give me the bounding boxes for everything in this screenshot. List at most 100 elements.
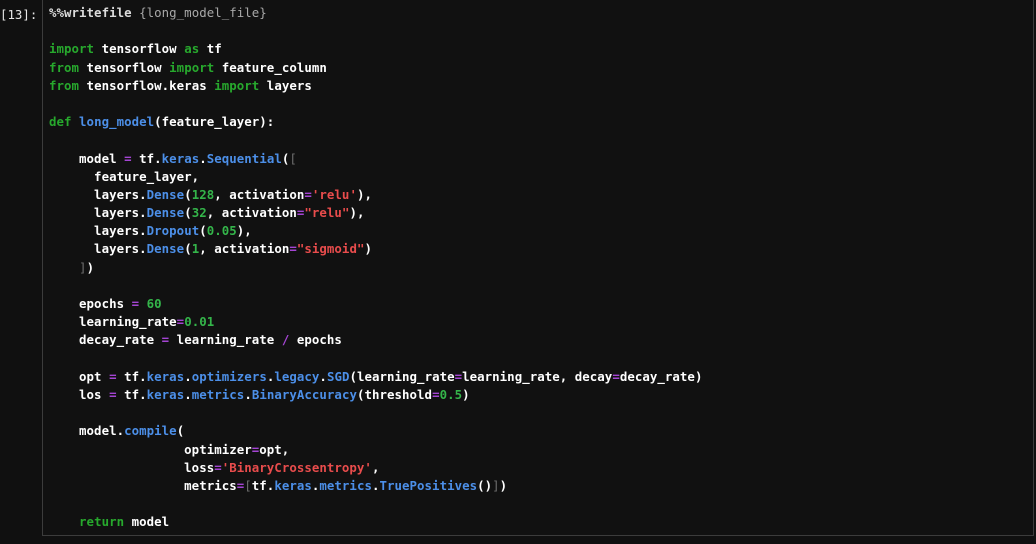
code-token: ), xyxy=(349,205,365,221)
code-line: layers.Dense(128, activation='relu'), xyxy=(49,186,702,204)
code-line: from tensorflow.keras import layers xyxy=(49,77,702,95)
code-token: epochs xyxy=(289,332,342,348)
code-token: from xyxy=(49,77,80,93)
code-token: decay_rate) xyxy=(619,368,703,384)
code-token: () xyxy=(477,477,493,493)
code-token: tf. xyxy=(116,368,147,384)
code-token: tensorflow xyxy=(94,41,185,57)
code-token: ), xyxy=(236,223,252,239)
code-line: loss='BinaryCrossentropy', xyxy=(49,459,702,477)
code-token: compile xyxy=(124,423,177,439)
code-line: metrics=[tf.keras.metrics.TruePositives(… xyxy=(49,477,702,495)
code-token: = xyxy=(454,368,463,384)
code-token: , activation xyxy=(214,186,305,202)
code-token: , activation xyxy=(199,241,290,257)
code-token: learning_rate xyxy=(169,332,282,348)
code-token: import xyxy=(169,59,215,75)
code-token: legacy xyxy=(274,368,320,384)
code-line: decay_rate = learning_rate / epochs xyxy=(49,331,702,349)
code-token: 'BinaryCrossentropy' xyxy=(221,459,372,475)
code-token: keras xyxy=(274,477,312,493)
code-token: model. xyxy=(49,423,125,439)
code-line: layers.Dense(1, activation="sigmoid") xyxy=(49,240,702,258)
code-token: learning_rate xyxy=(49,314,177,330)
code-line: optimizer=opt, xyxy=(49,441,702,459)
code-token: layers. xyxy=(49,223,147,239)
code-token: tensorflow xyxy=(79,59,170,75)
code-token: ( xyxy=(176,423,185,439)
code-token: keras xyxy=(146,368,185,384)
code-token: , xyxy=(371,459,380,475)
code-token: {long_model_file} xyxy=(139,5,267,20)
code-token: (learning_rate xyxy=(349,368,455,384)
code-token: = xyxy=(612,368,620,384)
code-token: loss xyxy=(49,459,215,475)
code-token: feature_layer, xyxy=(49,168,200,184)
code-token: opt, xyxy=(259,441,290,457)
code-token: . xyxy=(244,386,252,402)
code-cell[interactable]: %%writefile {long_model_file} import ten… xyxy=(42,0,1034,536)
code-token: ) xyxy=(499,477,508,493)
code-token: Sequential xyxy=(206,150,282,166)
code-token: . xyxy=(184,386,192,402)
code-token: model xyxy=(49,150,125,166)
code-token: ] xyxy=(492,477,500,493)
code-token: 0.05 xyxy=(206,223,237,239)
code-token: (threshold xyxy=(356,386,433,402)
code-token: = xyxy=(214,459,222,475)
code-line: model = tf.keras.Sequential([ xyxy=(49,150,702,168)
code-line: learning_rate=0.01 xyxy=(49,313,702,331)
cell-execution-count: [13]: xyxy=(0,7,38,22)
code-token: ( xyxy=(199,223,207,239)
code-line: feature_layer, xyxy=(49,168,702,186)
code-token: (feature_layer): xyxy=(154,114,275,130)
code-line: ]) xyxy=(49,259,702,277)
code-token: [ xyxy=(289,150,297,166)
code-token: [ xyxy=(244,477,252,493)
code-token: layers. xyxy=(49,205,147,221)
code-token: BinaryAccuracy xyxy=(251,386,357,402)
code-token: 0.5 xyxy=(439,386,463,402)
code-token: = xyxy=(432,386,440,402)
code-line: from tensorflow import feature_column xyxy=(49,59,702,77)
code-token: from xyxy=(49,59,80,75)
code-token: ] xyxy=(79,259,87,275)
code-token: . xyxy=(319,368,327,384)
code-token: tf. xyxy=(116,386,147,402)
code-token: optimizers xyxy=(191,368,267,384)
code-line: def long_model(feature_layer): xyxy=(49,113,702,131)
code-token: model xyxy=(124,514,170,530)
code-token: 60 xyxy=(146,296,162,311)
code-token: Dense xyxy=(146,186,185,202)
code-token: layers. xyxy=(49,186,147,202)
code-token: tensorflow.keras xyxy=(79,77,215,93)
code-line: layers.Dense(32, activation="relu"), xyxy=(49,204,702,222)
code-token: los xyxy=(49,386,110,402)
code-token: = xyxy=(304,186,312,202)
code-editor[interactable]: %%writefile {long_model_file} import ten… xyxy=(49,4,702,531)
code-line: %%writefile {long_model_file} xyxy=(49,4,702,22)
code-token: metrics xyxy=(49,477,237,493)
code-token: as xyxy=(184,41,200,57)
code-token: keras xyxy=(146,386,185,402)
code-token: "sigmoid" xyxy=(296,241,365,257)
code-token: layers. xyxy=(49,241,147,257)
code-token: decay_rate xyxy=(49,332,162,348)
code-token: 128 xyxy=(191,186,215,202)
code-token: ) xyxy=(462,386,470,402)
code-token: Dropout xyxy=(146,223,200,239)
code-line: import tensorflow as tf xyxy=(49,40,702,58)
code-token: ( xyxy=(184,205,192,221)
code-token: learning_rate, decay xyxy=(462,368,613,384)
code-token: opt xyxy=(49,368,110,384)
code-token: = xyxy=(109,368,117,384)
code-token: ( xyxy=(184,241,192,257)
